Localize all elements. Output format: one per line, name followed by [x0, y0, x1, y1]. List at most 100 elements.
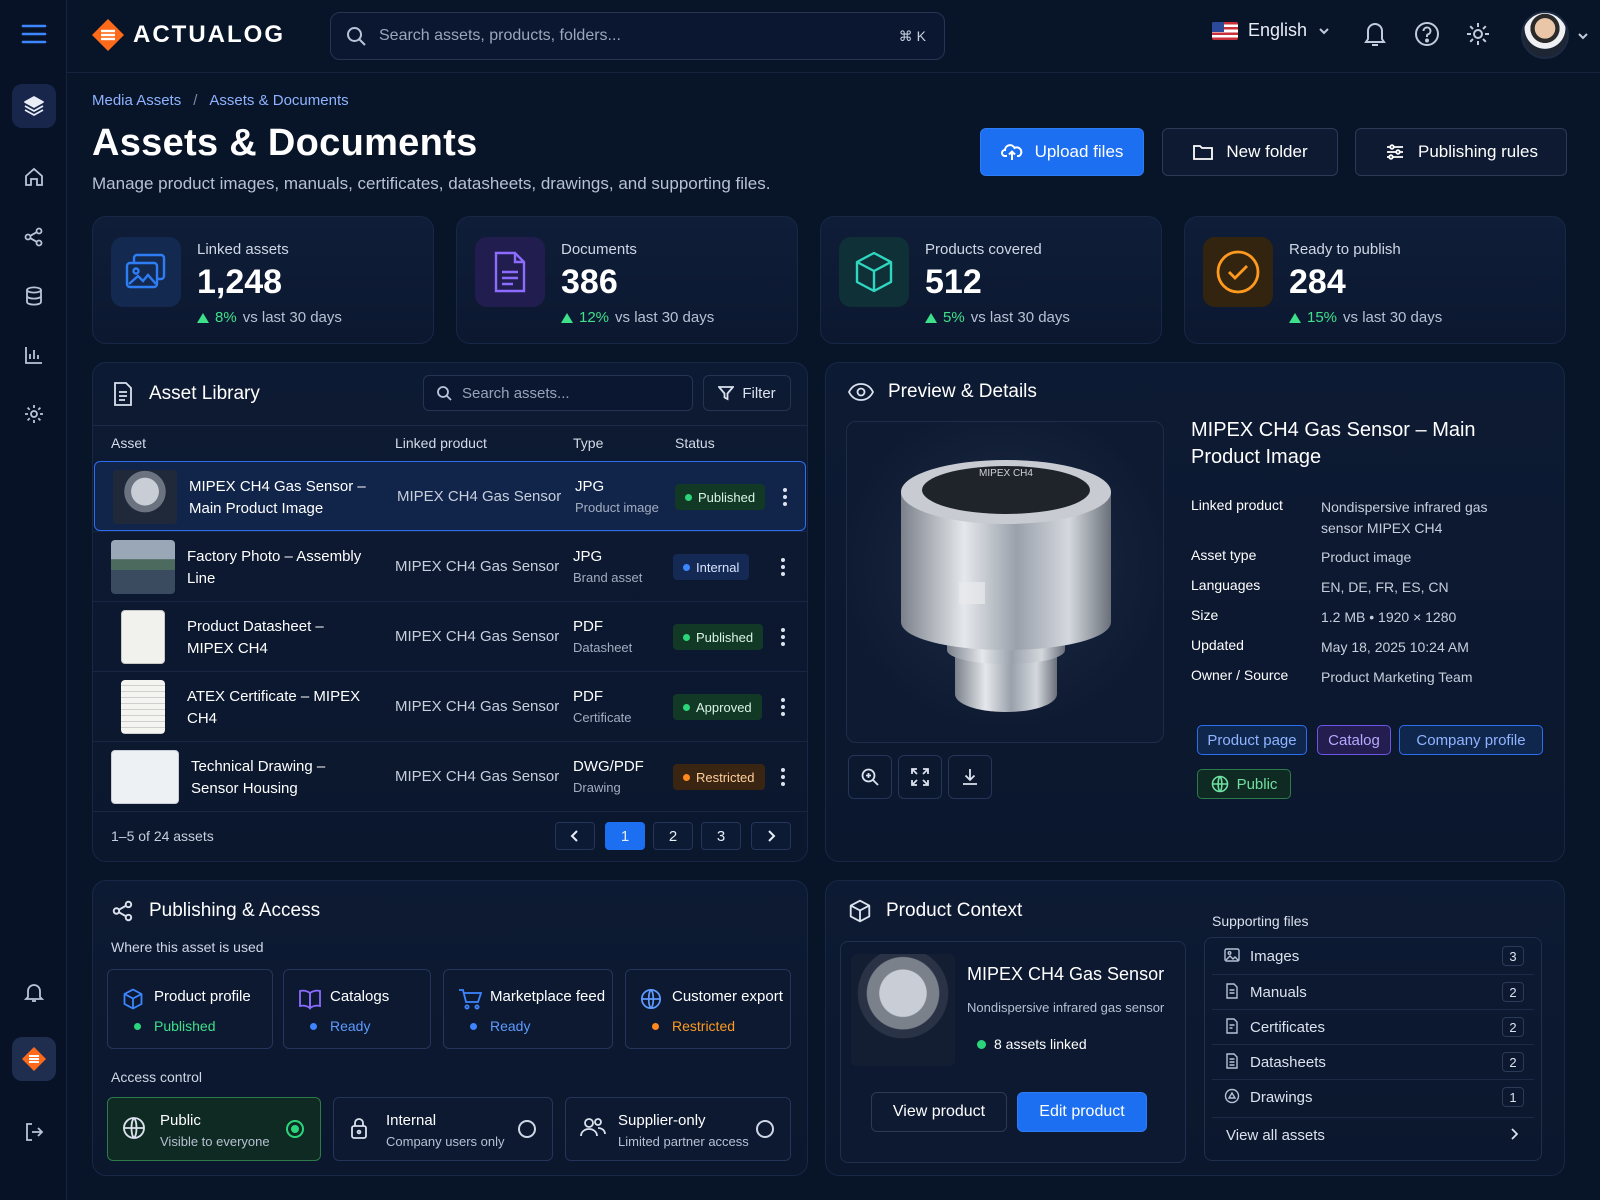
global-search[interactable]: ⌘ K	[330, 12, 945, 60]
more-options-icon[interactable]	[781, 628, 785, 646]
asset-preview-image[interactable]: MIPEX CH4	[846, 421, 1164, 743]
usage-customer-export[interactable]: Customer export Restricted	[625, 969, 791, 1049]
new-folder-button[interactable]: New folder	[1162, 128, 1338, 176]
asset-search-input[interactable]	[462, 384, 680, 402]
zoom-in-button[interactable]	[848, 755, 892, 799]
column-status[interactable]: Status	[675, 435, 715, 451]
supporting-certificates[interactable]: Certificates 2	[1212, 1009, 1534, 1043]
prev-page-button[interactable]	[555, 822, 595, 850]
asset-type-format: JPG	[573, 548, 603, 565]
page-2-button[interactable]: 2	[653, 822, 693, 850]
page-1-button[interactable]: 1	[605, 822, 645, 850]
column-asset[interactable]: Asset	[111, 435, 146, 451]
analytics-icon[interactable]	[12, 333, 56, 377]
linked-product: MIPEX CH4 Gas Sensor	[395, 628, 560, 645]
settings-icon[interactable]	[12, 392, 56, 436]
search-shortcut: ⌘ K	[898, 27, 926, 44]
table-row[interactable]: Product Datasheet – MIPEX CH4 MIPEX CH4 …	[93, 601, 807, 671]
preview-title: Preview & Details	[888, 381, 1037, 402]
more-options-icon[interactable]	[781, 558, 785, 576]
menu-icon[interactable]	[12, 12, 56, 56]
page-3-button[interactable]: 3	[701, 822, 741, 850]
home-icon[interactable]	[12, 155, 56, 199]
file-list-icon	[114, 382, 132, 406]
global-search-input[interactable]	[379, 27, 883, 45]
more-options-icon[interactable]	[781, 698, 785, 716]
brand-logo-icon[interactable]	[12, 1037, 56, 1081]
supporting-datasheets[interactable]: Datasheets 2	[1212, 1044, 1534, 1078]
publishing-title: Publishing & Access	[149, 900, 321, 921]
more-options-icon[interactable]	[783, 488, 787, 506]
table-row[interactable]: ATEX Certificate – MIPEX CH4 MIPEX CH4 G…	[93, 671, 807, 741]
help-icon[interactable]	[1413, 20, 1441, 48]
table-row[interactable]: Factory Photo – Assembly Line MIPEX CH4 …	[93, 531, 807, 601]
view-all-assets-link[interactable]: View all assets	[1212, 1117, 1534, 1151]
search-icon	[347, 27, 366, 46]
trend-up-icon	[197, 312, 209, 323]
usage-marketplace-feed[interactable]: Marketplace feed Ready	[443, 969, 613, 1049]
usage-status-label: Published	[154, 1018, 216, 1034]
product-thumbnail	[851, 954, 955, 1066]
access-radio-public[interactable]	[286, 1120, 304, 1138]
column-linked-product[interactable]: Linked product	[395, 435, 487, 451]
kpi-trend: 15% vs last 30 days	[1289, 309, 1442, 326]
breadcrumb-media-assets[interactable]: Media Assets	[92, 92, 181, 109]
supporting-drawings[interactable]: Drawings 1	[1212, 1079, 1534, 1113]
asset-search[interactable]	[423, 375, 693, 411]
bell-icon[interactable]	[1362, 20, 1388, 48]
edit-product-button[interactable]: Edit product	[1017, 1092, 1147, 1132]
nav-assets-icon[interactable]	[12, 84, 56, 128]
status-label: Published	[696, 629, 754, 645]
download-button[interactable]	[948, 755, 992, 799]
supporting-images[interactable]: Images 3	[1212, 939, 1534, 973]
channel-company-profile[interactable]: Company profile	[1399, 725, 1543, 755]
table-row[interactable]: Technical Drawing – Sensor Housing MIPEX…	[93, 741, 807, 811]
image-icon	[1224, 947, 1240, 963]
logo-icon	[92, 19, 124, 51]
app-logo[interactable]: ACTUALOG	[91, 18, 285, 52]
detail-size: Size 1.2 MB • 1920 × 1280	[1191, 607, 1456, 625]
user-avatar[interactable]	[1521, 11, 1569, 59]
access-radio-supplier[interactable]	[756, 1120, 774, 1138]
usage-product-profile[interactable]: Product profile Published	[107, 969, 273, 1049]
kpi-value: 1,248	[197, 263, 283, 301]
access-radio-internal[interactable]	[518, 1120, 536, 1138]
globe-icon	[640, 988, 662, 1010]
supporting-files-title: Supporting files	[1212, 913, 1309, 929]
access-option-supplier[interactable]: Supplier-only Limited partner access	[565, 1097, 791, 1161]
notifications-icon[interactable]	[12, 970, 56, 1014]
breadcrumb-current[interactable]: Assets & Documents	[209, 92, 348, 109]
supporting-count: 3	[1502, 946, 1524, 966]
sensor-engraving: MIPEX CH4	[979, 468, 1033, 479]
status-label: Internal	[696, 559, 740, 575]
table-row[interactable]: MIPEX CH4 Gas Sensor – Main Product Imag…	[94, 461, 806, 531]
product-context-title: Product Context	[886, 900, 1023, 921]
supporting-manuals[interactable]: Manuals 2	[1212, 974, 1534, 1008]
visibility-badge[interactable]: Public	[1197, 769, 1291, 799]
fullscreen-button[interactable]	[898, 755, 942, 799]
gear-icon[interactable]	[1464, 20, 1492, 48]
publishing-rules-button[interactable]: Publishing rules	[1355, 128, 1567, 176]
column-type[interactable]: Type	[573, 435, 603, 451]
kpi-delta: 8%	[215, 309, 237, 326]
upload-files-button[interactable]: Upload files	[980, 128, 1144, 176]
access-option-public[interactable]: Public Visible to everyone	[107, 1097, 321, 1161]
logout-icon[interactable]	[12, 1110, 56, 1154]
channel-catalog[interactable]: Catalog	[1317, 725, 1391, 755]
more-options-icon[interactable]	[781, 768, 785, 786]
cart-icon	[458, 988, 482, 1010]
view-product-button[interactable]: View product	[871, 1092, 1007, 1132]
channel-product-page[interactable]: Product page	[1197, 725, 1307, 755]
access-desc: Company users only	[386, 1134, 505, 1149]
filter-button[interactable]: Filter	[703, 375, 791, 411]
globe-icon	[122, 1116, 146, 1140]
account-chevron-icon[interactable]	[1577, 30, 1589, 42]
preview-panel: Preview & Details MIPEX CH4 MIPEX CH4 Ga…	[825, 362, 1565, 862]
language-selector[interactable]: English	[1212, 20, 1331, 41]
next-page-button[interactable]	[751, 822, 791, 850]
share-icon[interactable]	[12, 215, 56, 259]
database-icon[interactable]	[12, 274, 56, 318]
access-option-internal[interactable]: Internal Company users only	[333, 1097, 553, 1161]
search-icon	[437, 386, 452, 401]
usage-catalogs[interactable]: Catalogs Ready	[283, 969, 431, 1049]
